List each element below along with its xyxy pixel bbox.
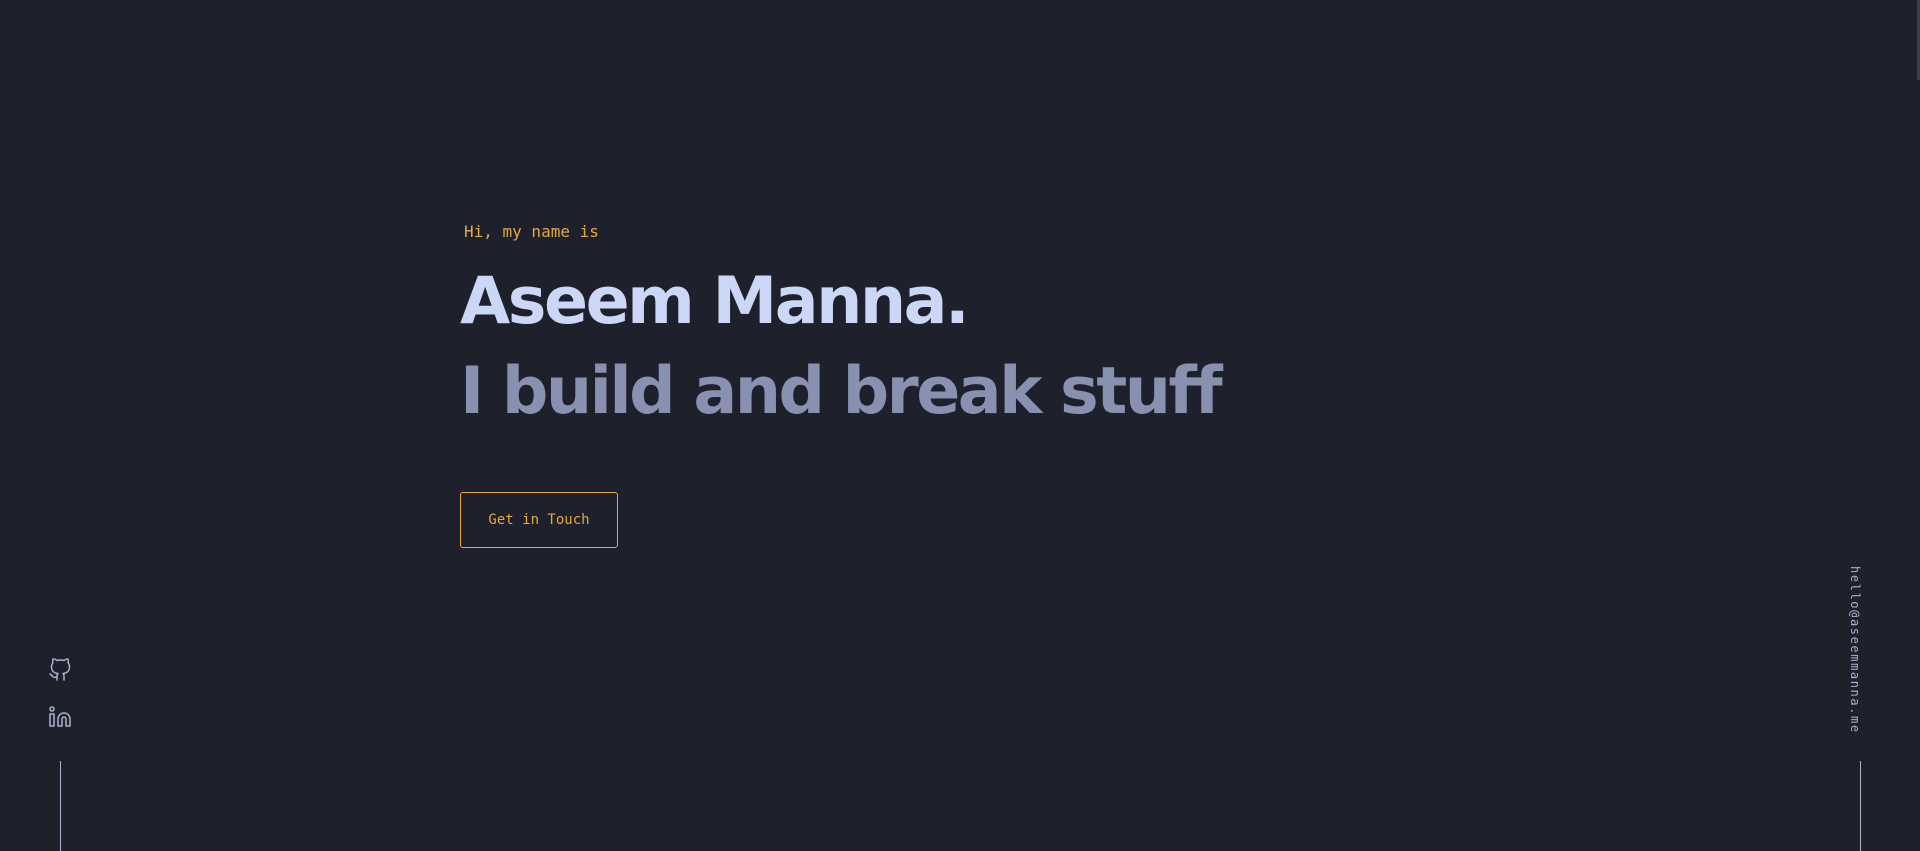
hero-tagline: I build and break stuff <box>460 354 1223 429</box>
get-in-touch-button[interactable]: Get in Touch <box>460 492 618 548</box>
right-vertical-line <box>1860 761 1861 851</box>
github-icon <box>49 658 71 681</box>
linkedin-icon <box>49 706 71 727</box>
email-link[interactable]: hello@aseemmanna.me <box>1848 566 1862 734</box>
linkedin-link[interactable] <box>48 705 72 729</box>
hero-name: Aseem Manna. <box>460 264 970 339</box>
greeting-text: Hi, my name is <box>464 222 599 241</box>
left-vertical-line <box>60 761 61 851</box>
github-link[interactable] <box>48 658 72 682</box>
social-links <box>48 658 72 752</box>
